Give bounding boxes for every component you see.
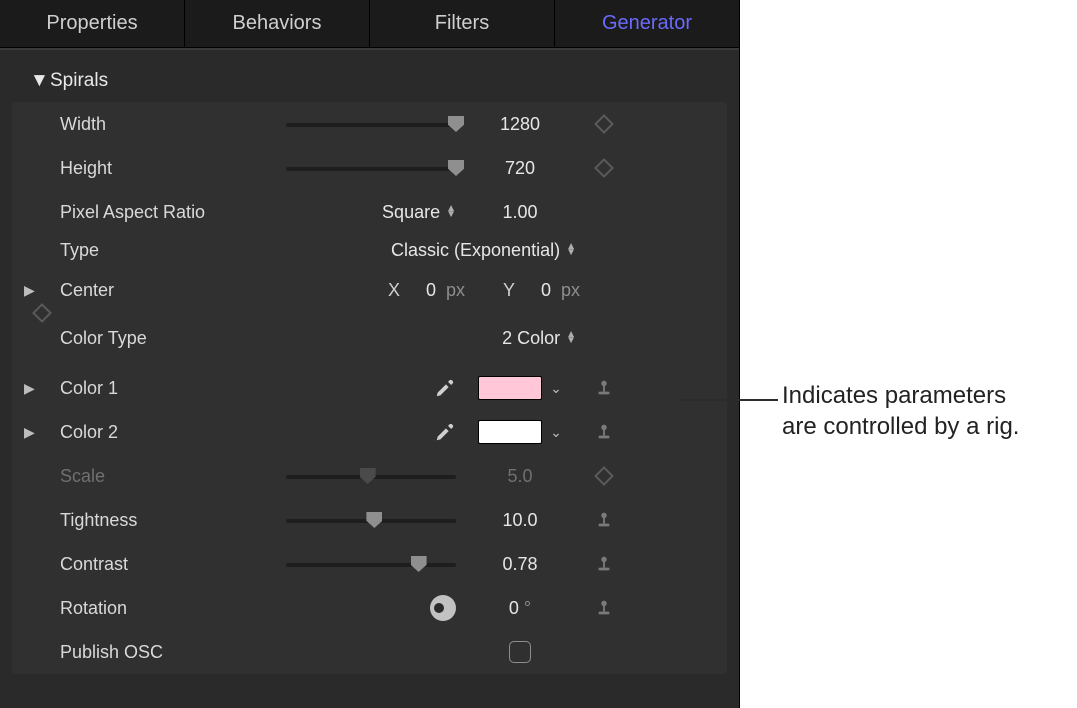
select-color-type[interactable]: 2 Color ▲▼	[502, 328, 576, 349]
keyframe-icon[interactable]	[594, 114, 614, 134]
rig-icon[interactable]	[593, 553, 615, 575]
chevron-down-icon[interactable]: ⌄	[550, 424, 562, 441]
parameter-rows: Width 1280 Height 720 Pixel Aspect Ratio…	[12, 102, 727, 674]
rig-icon[interactable]	[593, 597, 615, 619]
disclosure-right-icon[interactable]: ▶	[24, 282, 60, 299]
callout-area: Indicates parameters are controlled by a…	[740, 0, 1077, 708]
disclosure-right-icon[interactable]: ▶	[24, 424, 60, 441]
value-center-y[interactable]: 0	[525, 280, 551, 301]
inspector-panel: Properties Behaviors Filters Generator ▼…	[0, 0, 740, 708]
slider-tightness[interactable]	[286, 511, 456, 529]
value-width[interactable]: 1280	[460, 114, 580, 135]
row-tightness: Tightness 10.0	[12, 498, 727, 542]
row-center: ▶ Center X 0 px Y 0 px	[12, 278, 727, 322]
select-type[interactable]: Classic (Exponential) ▲▼	[391, 240, 576, 261]
updown-icon: ▲▼	[446, 206, 456, 218]
eyedropper-icon[interactable]	[434, 421, 456, 443]
disclosure-down-icon: ▼	[30, 70, 42, 92]
row-height: Height 720	[12, 146, 727, 190]
label-type: Type	[60, 240, 260, 261]
color-swatch-1[interactable]	[478, 376, 542, 400]
inspector-body: ▼ Spirals Width 1280 Height 720 Pixel As…	[0, 56, 739, 694]
rig-icon[interactable]	[593, 377, 615, 399]
slider-scale	[286, 467, 456, 485]
value-height[interactable]: 720	[460, 158, 580, 179]
keyframe-icon[interactable]	[32, 303, 52, 323]
slider-contrast[interactable]	[286, 555, 456, 573]
eyedropper-icon[interactable]	[434, 377, 456, 399]
label-contrast: Contrast	[60, 554, 260, 575]
label-height: Height	[60, 158, 260, 179]
label-x: X	[388, 280, 400, 301]
rig-icon[interactable]	[593, 421, 615, 443]
label-publish-osc: Publish OSC	[60, 642, 260, 663]
row-color-type: Color Type 2 Color ▲▼	[12, 322, 727, 366]
row-contrast: Contrast 0.78	[12, 542, 727, 586]
tab-filters[interactable]: Filters	[370, 0, 555, 47]
value-contrast[interactable]: 0.78	[460, 554, 580, 575]
rotation-dial[interactable]	[430, 595, 456, 621]
updown-icon: ▲▼	[566, 332, 576, 344]
keyframe-icon[interactable]	[594, 466, 614, 486]
chevron-down-icon[interactable]: ⌄	[550, 380, 562, 397]
color-swatch-2[interactable]	[478, 420, 542, 444]
group-title: Spirals	[50, 70, 108, 92]
row-scale: Scale 5.0	[12, 454, 727, 498]
tab-behaviors[interactable]: Behaviors	[185, 0, 370, 47]
value-center-x[interactable]: 0	[410, 280, 436, 301]
label-color-2: Color 2	[60, 422, 260, 443]
divider	[0, 48, 739, 50]
label-color-type: Color Type	[60, 328, 260, 349]
tab-bar: Properties Behaviors Filters Generator	[0, 0, 739, 48]
row-width: Width 1280	[12, 102, 727, 146]
slider-width[interactable]	[286, 115, 456, 133]
label-scale: Scale	[60, 466, 260, 487]
row-publish-osc: Publish OSC	[12, 630, 727, 674]
value-rotation[interactable]: 0 °	[460, 598, 580, 619]
label-center: Center	[60, 280, 260, 301]
select-par[interactable]: Square ▲▼	[382, 202, 456, 223]
row-par: Pixel Aspect Ratio Square ▲▼ 1.00	[12, 190, 727, 234]
callout-text: Indicates parameters are controlled by a…	[782, 380, 1019, 442]
row-color-1: ▶ Color 1 ⌄	[12, 366, 727, 410]
value-tightness[interactable]: 10.0	[460, 510, 580, 531]
label-width: Width	[60, 114, 260, 135]
updown-icon: ▲▼	[566, 244, 576, 256]
label-tightness: Tightness	[60, 510, 260, 531]
keyframe-icon[interactable]	[594, 158, 614, 178]
row-type: Type Classic (Exponential) ▲▼	[12, 234, 727, 278]
row-color-2: ▶ Color 2 ⌄	[12, 410, 727, 454]
label-par: Pixel Aspect Ratio	[60, 202, 260, 223]
tab-generator[interactable]: Generator	[555, 0, 739, 47]
value-par[interactable]: 1.00	[460, 202, 580, 223]
rig-icon[interactable]	[593, 509, 615, 531]
label-y: Y	[503, 280, 515, 301]
slider-height[interactable]	[286, 159, 456, 177]
label-rotation: Rotation	[60, 598, 260, 619]
group-spirals-header[interactable]: ▼ Spirals	[12, 60, 727, 102]
disclosure-right-icon[interactable]: ▶	[24, 380, 60, 397]
row-rotation: Rotation 0 °	[12, 586, 727, 630]
tab-properties[interactable]: Properties	[0, 0, 185, 47]
value-scale: 5.0	[460, 466, 580, 487]
label-color-1: Color 1	[60, 378, 260, 399]
checkbox-publish-osc[interactable]	[509, 641, 531, 663]
callout-leader-line	[678, 399, 778, 401]
